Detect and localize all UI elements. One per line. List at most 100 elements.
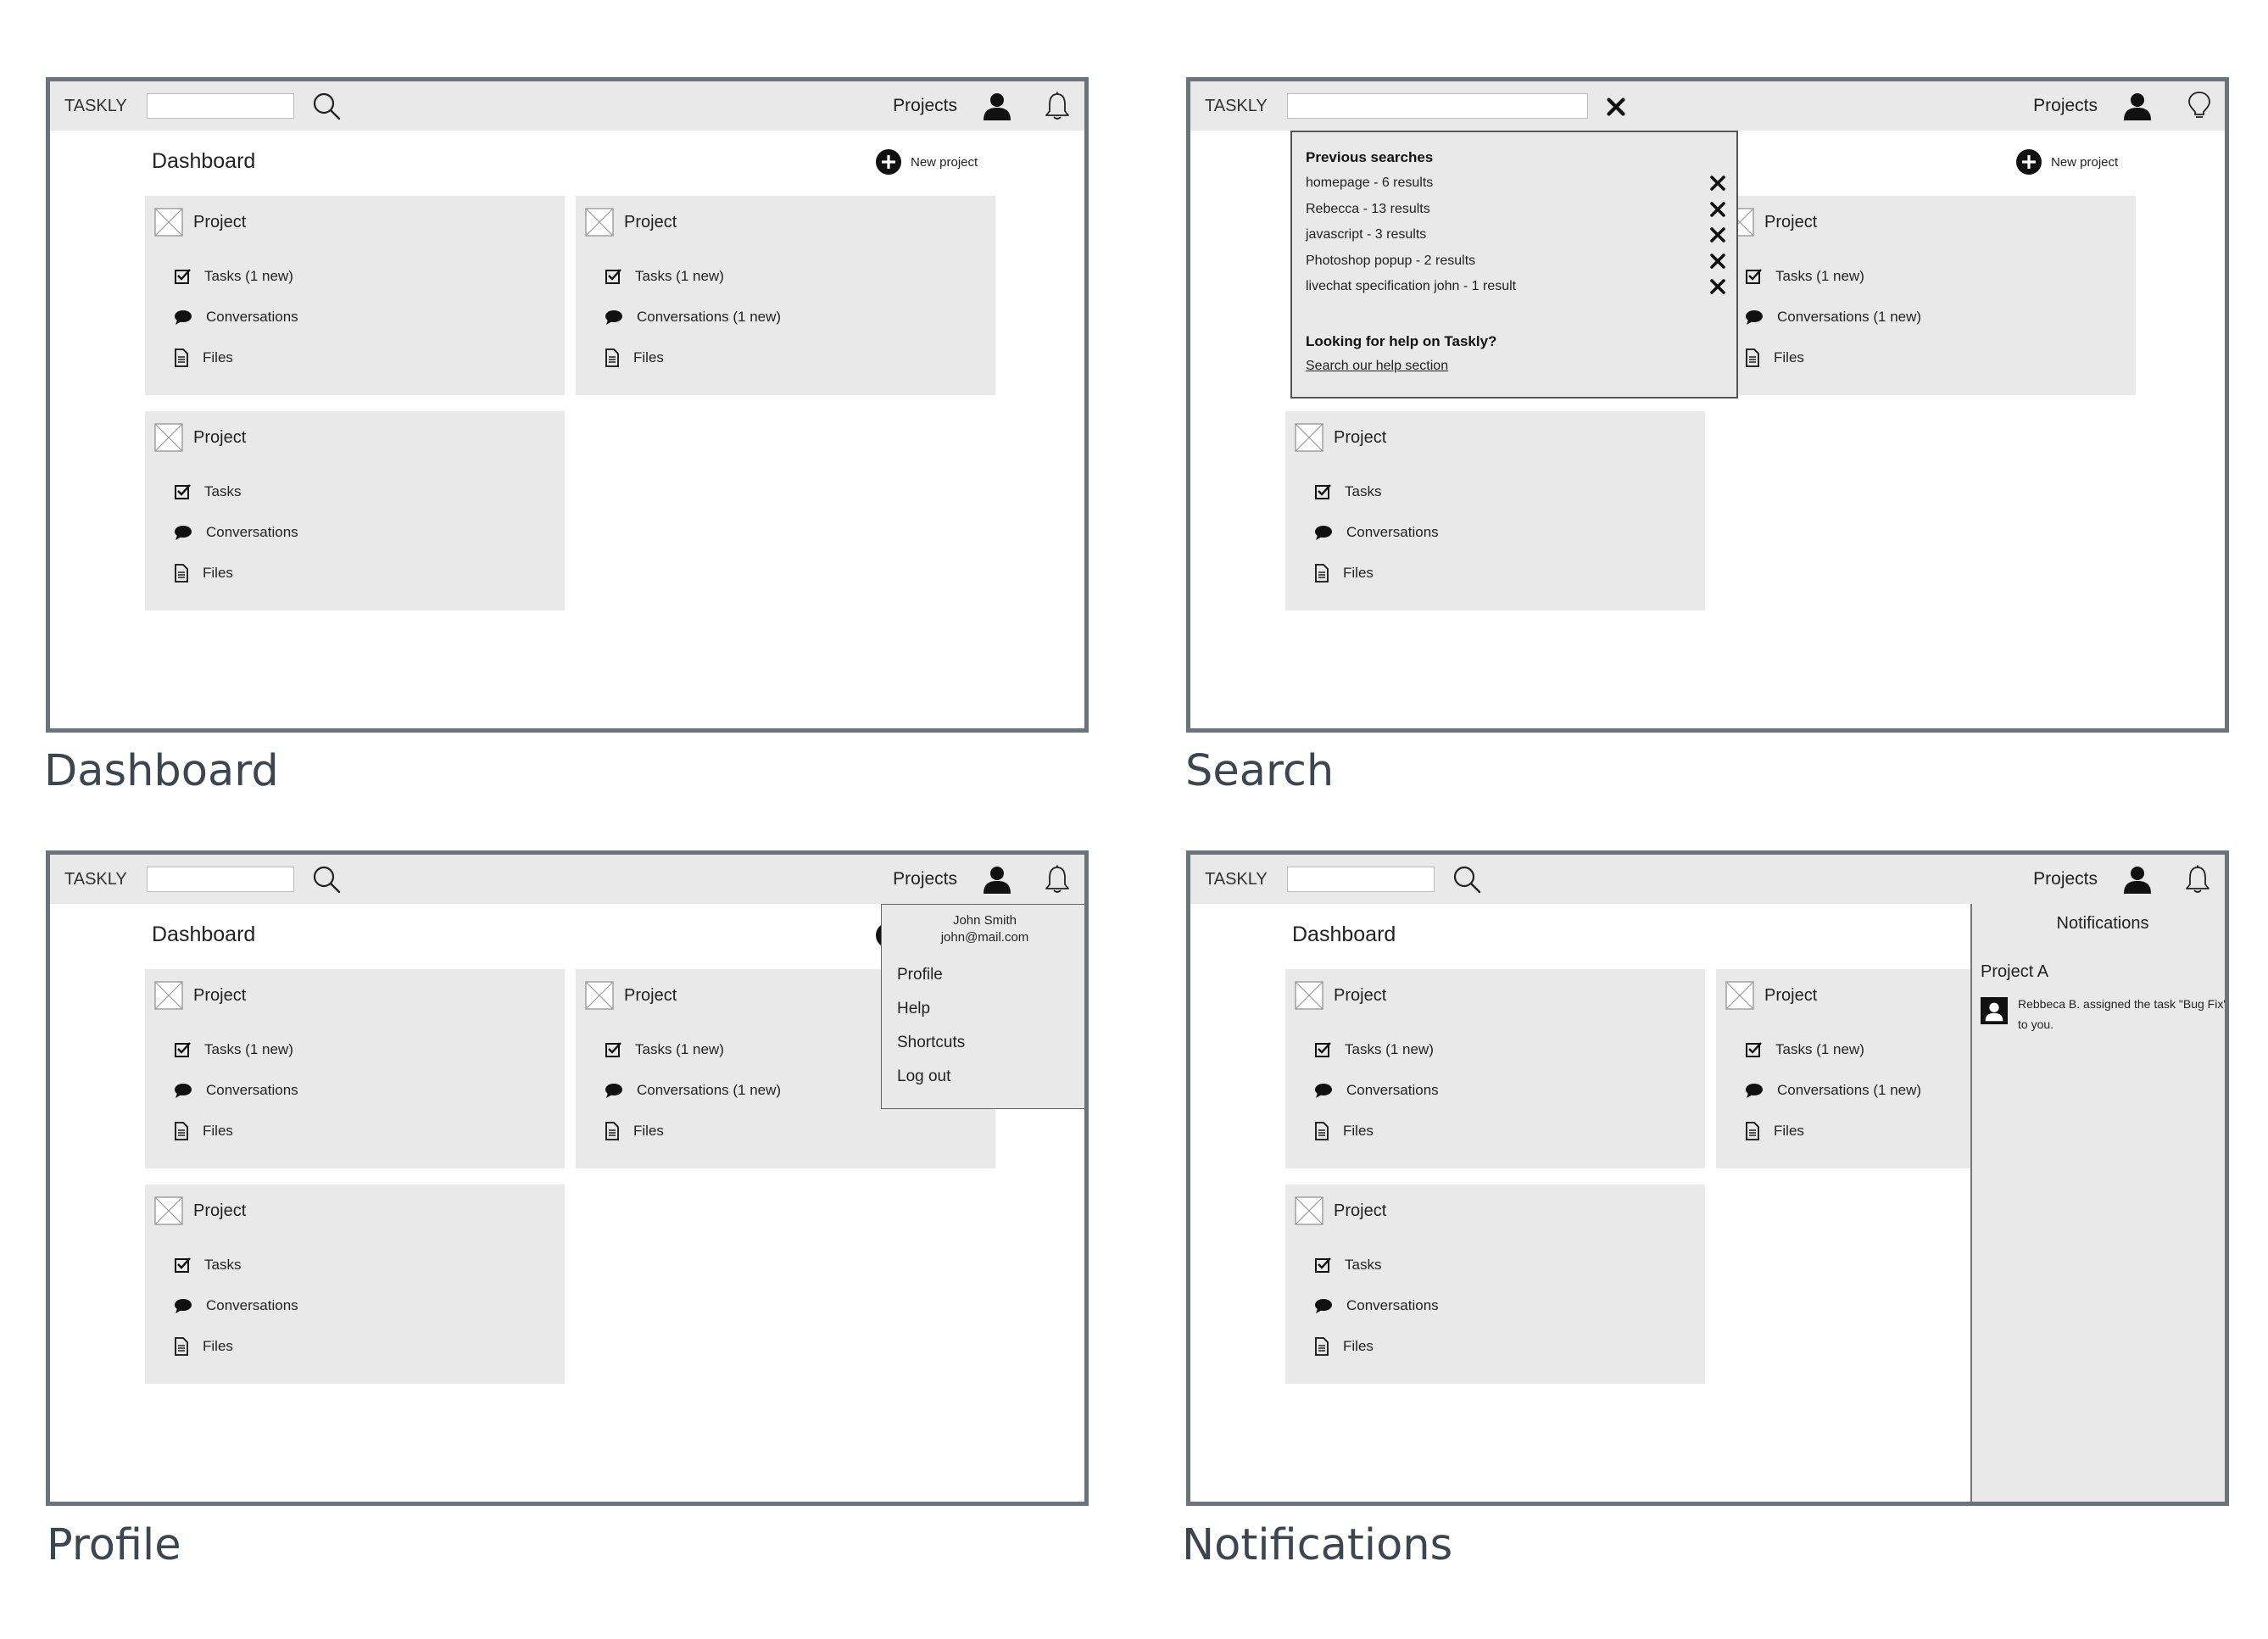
tasks-link[interactable]: Tasks xyxy=(1314,483,1381,500)
tasks-link[interactable]: Tasks (1 new) xyxy=(1745,1041,1864,1058)
conversations-link[interactable]: Conversations xyxy=(174,1082,298,1099)
conversations-link[interactable]: Conversations xyxy=(174,524,298,541)
tasks-link[interactable]: Tasks xyxy=(174,1257,241,1274)
project-card[interactable]: Project Tasks Conversations Files xyxy=(145,411,565,610)
files-link[interactable]: Files xyxy=(1314,1122,1374,1140)
search-input[interactable] xyxy=(147,867,294,892)
search-icon[interactable] xyxy=(312,92,341,120)
app-logo[interactable]: TASKLY xyxy=(1205,97,1268,116)
project-card[interactable]: Project Tasks (1 new) Conversations File… xyxy=(145,196,565,395)
user-icon[interactable] xyxy=(2123,865,2152,894)
menu-item-logout[interactable]: Log out xyxy=(897,1068,950,1086)
conversations-link[interactable]: Conversations xyxy=(174,1297,298,1314)
previous-search-item[interactable]: Photoshop popup - 2 results xyxy=(1306,249,1726,273)
files-link[interactable]: Files xyxy=(1314,1337,1374,1356)
tasks-link[interactable]: Tasks (1 new) xyxy=(174,1041,293,1058)
checkbox-icon xyxy=(1745,268,1762,285)
close-icon[interactable] xyxy=(1709,226,1726,243)
conversations-link[interactable]: Conversations xyxy=(174,309,298,326)
app-logo[interactable]: TASKLY xyxy=(1205,870,1268,889)
tasks-link[interactable]: Tasks (1 new) xyxy=(174,268,293,285)
search-input[interactable] xyxy=(1287,867,1435,892)
previous-search-item[interactable]: livechat specification john - 1 result xyxy=(1306,275,1726,298)
image-placeholder-icon xyxy=(585,981,614,1010)
search-icon[interactable] xyxy=(1452,865,1481,894)
files-link[interactable]: Files xyxy=(1314,564,1374,583)
bell-icon[interactable] xyxy=(1044,92,1071,120)
bell-icon[interactable] xyxy=(2184,865,2211,894)
profile-wireframe: TASKLY Projects Dashboard New project Pr… xyxy=(46,850,1089,1506)
tasks-link[interactable]: Tasks xyxy=(1314,1257,1381,1274)
user-icon[interactable] xyxy=(983,92,1011,120)
bell-icon[interactable] xyxy=(1044,865,1071,894)
tasks-link[interactable]: Tasks (1 new) xyxy=(605,268,724,285)
conversations-link[interactable]: Conversations xyxy=(1314,1082,1439,1099)
menu-item-profile[interactable]: Profile xyxy=(897,966,943,984)
close-icon[interactable] xyxy=(1606,97,1626,117)
conversations-link[interactable]: Conversations xyxy=(1314,524,1439,541)
tasks-link[interactable]: Tasks (1 new) xyxy=(1314,1041,1434,1058)
close-icon[interactable] xyxy=(1709,278,1726,295)
project-card[interactable]: Project Tasks (1 new) Conversations (1 n… xyxy=(1716,196,2136,395)
tasks-link[interactable]: Tasks xyxy=(174,483,241,500)
previous-search-item[interactable]: Rebecca - 13 results xyxy=(1306,198,1726,221)
projects-link[interactable]: Projects xyxy=(893,869,957,889)
menu-item-help[interactable]: Help xyxy=(897,1000,930,1018)
search-input[interactable] xyxy=(147,93,294,119)
previous-search-item[interactable]: javascript - 3 results xyxy=(1306,223,1726,247)
close-icon[interactable] xyxy=(1709,175,1726,192)
new-project-button[interactable]: New project xyxy=(2015,149,2118,175)
project-card[interactable]: Project Tasks (1 new) Conversations (1 n… xyxy=(576,196,995,395)
projects-link[interactable]: Projects xyxy=(893,96,957,116)
app-logo[interactable]: TASKLY xyxy=(64,870,127,889)
conversations-link[interactable]: Conversations (1 new) xyxy=(605,1082,781,1099)
conversations-link[interactable]: Conversations xyxy=(1314,1297,1439,1314)
files-link[interactable]: Files xyxy=(605,348,664,367)
lightbulb-icon[interactable] xyxy=(2187,91,2211,120)
user-icon[interactable] xyxy=(2123,92,2152,120)
help-heading: Looking for help on Taskly? xyxy=(1306,333,1497,349)
search-icon[interactable] xyxy=(312,865,341,894)
file-icon xyxy=(1314,564,1329,583)
tasks-link[interactable]: Tasks (1 new) xyxy=(1745,268,1864,285)
file-icon xyxy=(1745,348,1760,367)
page-title: Dashboard xyxy=(152,149,256,173)
conversations-link[interactable]: Conversations (1 new) xyxy=(605,309,781,326)
app-logo[interactable]: TASKLY xyxy=(64,97,127,116)
files-link[interactable]: Files xyxy=(1745,348,1804,367)
search-input[interactable] xyxy=(1287,93,1588,119)
conversations-link[interactable]: Conversations (1 new) xyxy=(1745,309,1921,326)
user-icon[interactable] xyxy=(983,865,1011,894)
files-link[interactable]: Files xyxy=(174,1122,233,1140)
page-title: Dashboard xyxy=(1292,923,1396,946)
speech-bubble-icon xyxy=(174,309,192,326)
conversations-link[interactable]: Conversations (1 new) xyxy=(1745,1082,1921,1099)
project-card[interactable]: Project Tasks Conversations Files xyxy=(1285,411,1705,610)
help-section-link[interactable]: Search our help section xyxy=(1306,359,1448,374)
close-icon[interactable] xyxy=(1709,253,1726,270)
project-title: Project xyxy=(193,985,247,1005)
notifications-title: Notifications xyxy=(2056,914,2149,933)
project-title: Project xyxy=(1334,985,1387,1005)
projects-link[interactable]: Projects xyxy=(2033,869,2098,889)
projects-link[interactable]: Projects xyxy=(2033,96,2098,116)
notification-message[interactable]: Rebbeca B. assigned the task "Bug Fix" t… xyxy=(2018,994,2225,1034)
files-link[interactable]: Files xyxy=(174,564,233,583)
files-link[interactable]: Files xyxy=(605,1122,664,1140)
panel-caption-notifications: Notifications xyxy=(1182,1520,1453,1570)
project-card[interactable]: Project Tasks (1 new) Conversations File… xyxy=(1285,969,1705,1168)
previous-search-item[interactable]: homepage - 6 results xyxy=(1306,171,1726,195)
image-placeholder-icon xyxy=(154,1196,183,1225)
files-link[interactable]: Files xyxy=(174,1337,233,1356)
speech-bubble-icon xyxy=(1314,1297,1333,1314)
project-card[interactable]: Project Tasks Conversations Files xyxy=(145,1185,565,1384)
project-card[interactable]: Project Tasks (1 new) Conversations File… xyxy=(145,969,565,1168)
tasks-link[interactable]: Tasks (1 new) xyxy=(605,1041,724,1058)
new-project-button[interactable]: New project xyxy=(875,149,978,175)
project-card[interactable]: Project Tasks Conversations Files xyxy=(1285,1185,1705,1384)
files-link[interactable]: Files xyxy=(174,348,233,367)
menu-item-shortcuts[interactable]: Shortcuts xyxy=(897,1034,965,1052)
checkbox-icon xyxy=(1314,1257,1331,1274)
files-link[interactable]: Files xyxy=(1745,1122,1804,1140)
close-icon[interactable] xyxy=(1709,201,1726,218)
